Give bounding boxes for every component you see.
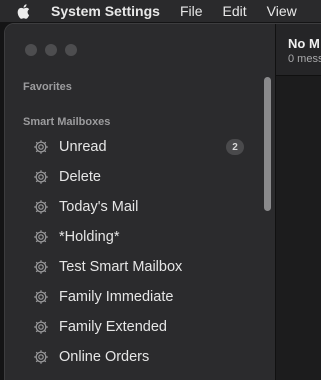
menu-bar: System Settings File Edit View [0, 0, 321, 22]
mailbox-item-holding[interactable]: *Holding* [5, 222, 265, 252]
zoom-button[interactable] [65, 44, 77, 56]
mailbox-item-online-orders[interactable]: Online Orders [5, 342, 265, 372]
mailbox-label: Test Smart Mailbox [59, 259, 183, 275]
window-controls [25, 44, 77, 56]
menu-edit[interactable]: Edit [223, 3, 247, 19]
message-list-title: No M [288, 36, 320, 51]
mailbox-item-delete[interactable]: Delete [5, 162, 265, 192]
mailbox-label: Delete [59, 169, 101, 185]
menu-file[interactable]: File [180, 3, 203, 19]
gear-icon [33, 319, 49, 335]
menu-app-system-settings[interactable]: System Settings [51, 3, 160, 19]
gear-icon [33, 199, 49, 215]
sidebar-scrollbar-thumb[interactable] [264, 77, 271, 211]
smart-mailbox-list: Unread 2 Delete Today's Mail *Holding* T… [5, 132, 265, 372]
mailbox-item-family-extended[interactable]: Family Extended [5, 312, 265, 342]
gear-icon [33, 259, 49, 275]
mailbox-label: Today's Mail [59, 199, 139, 215]
mailbox-label: Online Orders [59, 349, 150, 365]
gear-icon [33, 169, 49, 185]
message-list-header: No M 0 mess [276, 24, 321, 76]
screen: System Settings File Edit View Favorites… [0, 0, 321, 380]
mailbox-label: Unread [59, 139, 107, 155]
mailbox-item-todays-mail[interactable]: Today's Mail [5, 192, 265, 222]
message-count: 0 mess [288, 53, 321, 65]
minimize-button[interactable] [45, 44, 57, 56]
close-button[interactable] [25, 44, 37, 56]
unread-count-badge: 2 [226, 139, 244, 155]
gear-icon [33, 139, 49, 155]
section-header-smart-mailboxes[interactable]: Smart Mailboxes [23, 116, 110, 128]
mailbox-item-family-immediate[interactable]: Family Immediate [5, 282, 265, 312]
sidebar: Favorites Smart Mailboxes Unread 2 Delet… [5, 24, 276, 380]
mailbox-item-test-smart-mailbox[interactable]: Test Smart Mailbox [5, 252, 265, 282]
gear-icon [33, 289, 49, 305]
mailbox-label: Family Extended [59, 319, 167, 335]
section-header-favorites[interactable]: Favorites [23, 81, 72, 93]
gear-icon [33, 349, 49, 365]
message-list-pane: No M 0 mess [276, 24, 321, 380]
mailbox-label: Family Immediate [59, 289, 174, 305]
menu-view[interactable]: View [267, 3, 297, 19]
mailbox-item-unread[interactable]: Unread 2 [5, 132, 265, 162]
mail-window: Favorites Smart Mailboxes Unread 2 Delet… [4, 23, 321, 380]
apple-logo-icon[interactable] [16, 3, 30, 20]
mailbox-label: *Holding* [59, 229, 120, 245]
gear-icon [33, 229, 49, 245]
